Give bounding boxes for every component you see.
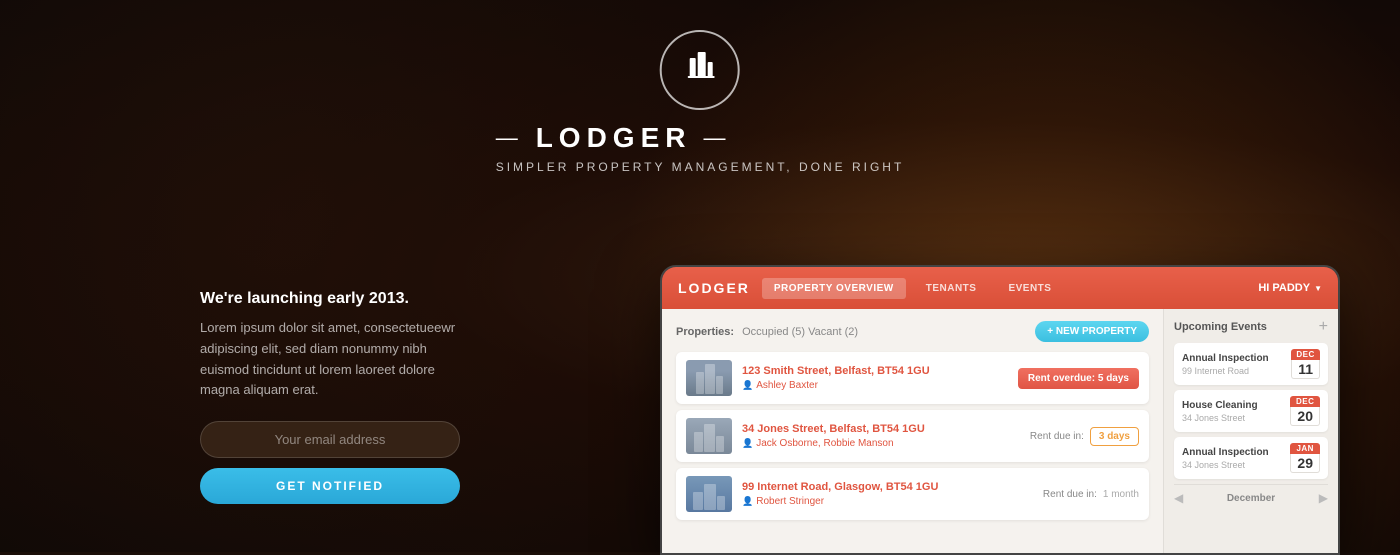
event-item: Annual Inspection 99 Internet Road DEC 1… <box>1174 343 1328 385</box>
property-item: 34 Jones Street, Belfast, BT54 1GU 👤 Jac… <box>676 410 1149 462</box>
launch-heading: We're launching early 2013. <box>200 290 460 308</box>
sidebar-title: Upcoming Events <box>1174 321 1267 333</box>
due-prefix: Rent due in: <box>1030 431 1084 442</box>
property-tenant: 👤 Jack Osborne, Robbie Manson <box>742 438 1020 449</box>
event-subtitle: 34 Jones Street <box>1182 413 1282 423</box>
nav-property-overview[interactable]: PROPERTY OVERVIEW <box>762 278 906 299</box>
app-mockup: LODGER PROPERTY OVERVIEW TENANTS EVENTS … <box>660 265 1340 555</box>
logo-dash-left: — <box>496 125 524 151</box>
event-title: House Cleaning <box>1182 400 1282 411</box>
event-date: DEC 11 <box>1291 349 1320 379</box>
calendar-next-button[interactable]: ▶ <box>1319 491 1328 505</box>
logo-text: — LODGER — <box>496 122 905 154</box>
app-logo: LODGER <box>678 280 750 296</box>
event-title: Annual Inspection <box>1182 447 1282 458</box>
event-day: 29 <box>1290 454 1320 473</box>
event-subtitle: 34 Jones Street <box>1182 460 1282 470</box>
calendar-month: December <box>1227 493 1275 504</box>
property-address[interactable]: 34 Jones Street, Belfast, BT54 1GU <box>742 423 1020 435</box>
logo-name: LODGER <box>536 122 692 154</box>
user-label: HI PADDY <box>1258 282 1310 294</box>
building-icon <box>682 48 718 92</box>
event-item: House Cleaning 34 Jones Street DEC 20 <box>1174 390 1328 432</box>
building-image <box>686 360 732 396</box>
property-address[interactable]: 99 Internet Road, Glasgow, BT54 1GU <box>742 481 1033 493</box>
tenant-name[interactable]: Robert Stringer <box>756 496 824 507</box>
event-day: 11 <box>1291 360 1320 379</box>
days-badge: 3 days <box>1090 427 1139 446</box>
property-thumbnail <box>686 476 732 512</box>
tenant-name[interactable]: Ashley Baxter <box>756 380 818 391</box>
event-month: JAN <box>1290 443 1320 454</box>
logo-circle <box>660 30 740 110</box>
app-main: Properties: Occupied (5) Vacant (2) + NE… <box>662 309 1163 553</box>
month-text: 1 month <box>1103 489 1139 500</box>
properties-filter: Occupied (5) Vacant (2) <box>742 326 858 338</box>
email-input[interactable] <box>200 421 460 458</box>
property-item: 99 Internet Road, Glasgow, BT54 1GU 👤 Ro… <box>676 468 1149 520</box>
person-icon: 👤 <box>742 380 753 391</box>
events-sidebar: Upcoming Events + Annual Inspection 99 I… <box>1163 309 1338 553</box>
mockup-frame: LODGER PROPERTY OVERVIEW TENANTS EVENTS … <box>660 265 1340 555</box>
logo-dash-right: — <box>703 125 731 151</box>
event-info: Annual Inspection 34 Jones Street <box>1182 447 1282 470</box>
properties-header: Properties: Occupied (5) Vacant (2) + NE… <box>676 321 1149 342</box>
sidebar-header: Upcoming Events + <box>1174 319 1328 335</box>
event-title: Annual Inspection <box>1182 353 1283 364</box>
event-date: JAN 29 <box>1290 443 1320 473</box>
add-event-button[interactable]: + <box>1319 319 1328 335</box>
rent-due-info: Rent due in: 1 month <box>1043 489 1139 500</box>
property-info: 34 Jones Street, Belfast, BT54 1GU 👤 Jac… <box>742 423 1020 449</box>
property-thumbnail <box>686 418 732 454</box>
property-tenant: 👤 Ashley Baxter <box>742 380 1008 391</box>
person-icon: 👤 <box>742 438 753 449</box>
notify-button[interactable]: GET NOTIFIED <box>200 468 460 504</box>
event-month: DEC <box>1290 396 1320 407</box>
property-tenant: 👤 Robert Stringer <box>742 496 1033 507</box>
properties-label: Properties: <box>676 326 734 338</box>
left-panel: We're launching early 2013. Lorem ipsum … <box>200 290 460 504</box>
due-prefix: Rent due in: <box>1043 489 1097 500</box>
rent-due-info: Rent due in: 3 days <box>1030 427 1139 446</box>
nav-events[interactable]: EVENTS <box>996 278 1063 299</box>
logo-subtitle: SIMPLER PROPERTY MANAGEMENT, DONE RIGHT <box>496 160 905 174</box>
event-date: DEC 20 <box>1290 396 1320 426</box>
nav-tenants[interactable]: TENANTS <box>914 278 989 299</box>
property-info: 99 Internet Road, Glasgow, BT54 1GU 👤 Ro… <box>742 481 1033 507</box>
calendar-nav: ◀ December ▶ <box>1174 484 1328 505</box>
event-month: DEC <box>1291 349 1320 360</box>
chevron-down-icon: ▼ <box>1314 284 1322 293</box>
building-image <box>686 476 732 512</box>
event-info: House Cleaning 34 Jones Street <box>1182 400 1282 423</box>
event-item: Annual Inspection 34 Jones Street JAN 29 <box>1174 437 1328 479</box>
event-day: 20 <box>1290 407 1320 426</box>
property-info: 123 Smith Street, Belfast, BT54 1GU 👤 As… <box>742 365 1008 391</box>
tenant-name[interactable]: Jack Osborne, Robbie Manson <box>756 438 893 449</box>
building-image <box>686 418 732 454</box>
app-header: LODGER PROPERTY OVERVIEW TENANTS EVENTS … <box>662 267 1338 309</box>
event-subtitle: 99 Internet Road <box>1182 366 1283 376</box>
logo-area: — LODGER — SIMPLER PROPERTY MANAGEMENT, … <box>496 30 905 174</box>
new-property-button[interactable]: + NEW PROPERTY <box>1035 321 1149 342</box>
launch-body: Lorem ipsum dolor sit amet, consectetuee… <box>200 318 460 401</box>
app-body: Properties: Occupied (5) Vacant (2) + NE… <box>662 309 1338 553</box>
person-icon: 👤 <box>742 496 753 507</box>
property-address[interactable]: 123 Smith Street, Belfast, BT54 1GU <box>742 365 1008 377</box>
rent-overdue-badge: Rent overdue: 5 days <box>1018 368 1139 389</box>
calendar-prev-button[interactable]: ◀ <box>1174 491 1183 505</box>
user-menu[interactable]: HI PADDY ▼ <box>1258 282 1322 294</box>
event-info: Annual Inspection 99 Internet Road <box>1182 353 1283 376</box>
property-thumbnail <box>686 360 732 396</box>
property-item: 123 Smith Street, Belfast, BT54 1GU 👤 As… <box>676 352 1149 404</box>
